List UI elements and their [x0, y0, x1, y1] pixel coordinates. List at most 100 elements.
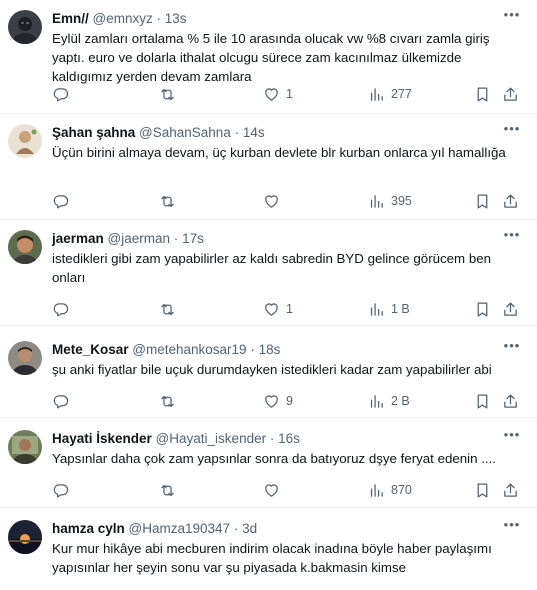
- timestamp[interactable]: 16s: [278, 431, 300, 446]
- like-icon: [265, 87, 278, 101]
- share-icon: [504, 301, 517, 316]
- user-handle[interactable]: @emnxyz: [93, 11, 153, 26]
- separator: ·: [173, 231, 179, 246]
- tweet-header: Hayati İskender @Hayati_iskender · 16s: [52, 430, 507, 448]
- tweet[interactable]: Emn// @emnxyz · 13s ••• Eylül zamları or…: [0, 0, 537, 114]
- tweet-text: Kur mur hikâye abi mecburen indirim olac…: [52, 541, 492, 575]
- bookmark-icon: [477, 393, 488, 409]
- share-icon: [504, 393, 517, 408]
- tweet-text: Üçün birini almaya devam, üç kurban devl…: [52, 145, 506, 160]
- more-icon[interactable]: •••: [501, 339, 523, 357]
- views-button[interactable]: 1 B: [368, 299, 410, 319]
- tweet-text: Yapsınlar daha çok zam yapsınlar sonra d…: [52, 451, 496, 466]
- display-name[interactable]: Hayati İskender: [52, 431, 152, 446]
- tweet[interactable]: jaerman @jaerman · 17s ••• istedikleri g…: [0, 220, 537, 326]
- more-icon[interactable]: •••: [501, 122, 523, 140]
- retweet-button[interactable]: [159, 299, 182, 319]
- views-button[interactable]: 2 B: [368, 391, 410, 411]
- avatar[interactable]: [8, 341, 42, 375]
- separator: ·: [250, 342, 255, 357]
- retweet-button[interactable]: [159, 480, 182, 500]
- like-icon: [265, 483, 278, 497]
- like-button[interactable]: 1: [263, 299, 293, 319]
- bookmark-button[interactable]: [474, 299, 491, 319]
- more-icon[interactable]: •••: [501, 8, 523, 26]
- reply-button[interactable]: [52, 191, 75, 211]
- tweet-header: Şahan şahna @SahanSahna · 14s: [52, 124, 507, 142]
- user-handle[interactable]: @jaerman: [108, 231, 170, 246]
- like-icon: [265, 394, 278, 408]
- display-name[interactable]: Emn//: [52, 11, 89, 26]
- tweet[interactable]: Şahan şahna @SahanSahna · 14s ••• Üçün b…: [0, 114, 537, 220]
- avatar[interactable]: [8, 124, 42, 158]
- share-button[interactable]: [502, 391, 519, 411]
- retweet-button[interactable]: [159, 84, 182, 104]
- user-handle[interactable]: @metehankosar19: [132, 342, 246, 357]
- bookmark-button[interactable]: [474, 84, 491, 104]
- bookmark-button[interactable]: [474, 480, 491, 500]
- views-button[interactable]: 870: [368, 480, 412, 500]
- views-button[interactable]: 395: [368, 191, 412, 211]
- like-button[interactable]: [263, 191, 286, 211]
- reply-icon: [53, 194, 69, 209]
- views-button[interactable]: 277: [368, 84, 412, 104]
- bookmark-icon: [477, 193, 488, 209]
- avatar[interactable]: [8, 230, 42, 264]
- separator: ·: [269, 431, 275, 446]
- display-name[interactable]: Şahan şahna: [52, 125, 135, 140]
- share-button[interactable]: [502, 191, 519, 211]
- retweet-icon: [161, 484, 174, 496]
- timestamp[interactable]: 13s: [165, 11, 187, 26]
- bookmark-button[interactable]: [474, 391, 491, 411]
- avatar[interactable]: [8, 10, 42, 44]
- separator: ·: [156, 11, 162, 26]
- share-icon: [504, 482, 517, 497]
- more-icon[interactable]: •••: [501, 518, 523, 536]
- retweet-button[interactable]: [159, 391, 182, 411]
- user-handle[interactable]: @Hayati_iskender: [156, 431, 267, 446]
- reply-button[interactable]: [52, 391, 75, 411]
- tweet-text: şu anki fiyatlar bile uçuk durumdayken i…: [52, 362, 492, 377]
- display-name[interactable]: jaerman: [52, 231, 104, 246]
- timestamp[interactable]: 3d: [242, 521, 257, 536]
- share-button[interactable]: [502, 84, 519, 104]
- more-icon[interactable]: •••: [501, 228, 523, 246]
- avatar[interactable]: [8, 520, 42, 554]
- timestamp[interactable]: 14s: [243, 125, 265, 140]
- like-button[interactable]: 9: [263, 391, 293, 411]
- retweet-button[interactable]: [159, 191, 182, 211]
- tweet[interactable]: Mete_Kosar @metehankosar19 · 18s ••• şu …: [0, 331, 537, 418]
- tweet[interactable]: hamza cyln @Hamza190347 · 3d ••• Kur mur…: [0, 510, 537, 590]
- like-count: 1: [286, 302, 293, 316]
- views-icon: [370, 483, 383, 497]
- reply-button[interactable]: [52, 480, 75, 500]
- reply-icon: [53, 394, 69, 409]
- like-button[interactable]: [263, 480, 286, 500]
- display-name[interactable]: Mete_Kosar: [52, 342, 129, 357]
- like-button[interactable]: 1: [263, 84, 293, 104]
- like-icon: [265, 194, 278, 208]
- display-name[interactable]: hamza cyln: [52, 521, 125, 536]
- bookmark-button[interactable]: [474, 191, 491, 211]
- timestamp[interactable]: 18s: [259, 342, 281, 357]
- views-icon: [370, 194, 383, 208]
- share-icon: [504, 193, 517, 208]
- tweet[interactable]: Hayati İskender @Hayati_iskender · 16s •…: [0, 420, 537, 508]
- share-button[interactable]: [502, 299, 519, 319]
- retweet-icon: [161, 303, 174, 315]
- user-handle[interactable]: @SahanSahna: [139, 125, 231, 140]
- reply-icon: [53, 302, 69, 317]
- reply-button[interactable]: [52, 84, 75, 104]
- like-count: 9: [286, 394, 293, 408]
- share-icon: [504, 86, 517, 101]
- share-button[interactable]: [502, 480, 519, 500]
- timestamp[interactable]: 17s: [182, 231, 204, 246]
- tweet-header: jaerman @jaerman · 17s: [52, 230, 507, 248]
- user-handle[interactable]: @Hamza190347: [129, 521, 231, 536]
- tweet-actions: 395: [52, 191, 522, 211]
- bookmark-icon: [477, 301, 488, 317]
- avatar[interactable]: [8, 430, 42, 464]
- reply-button[interactable]: [52, 299, 75, 319]
- view-count: 277: [391, 87, 412, 101]
- more-icon[interactable]: •••: [501, 428, 523, 446]
